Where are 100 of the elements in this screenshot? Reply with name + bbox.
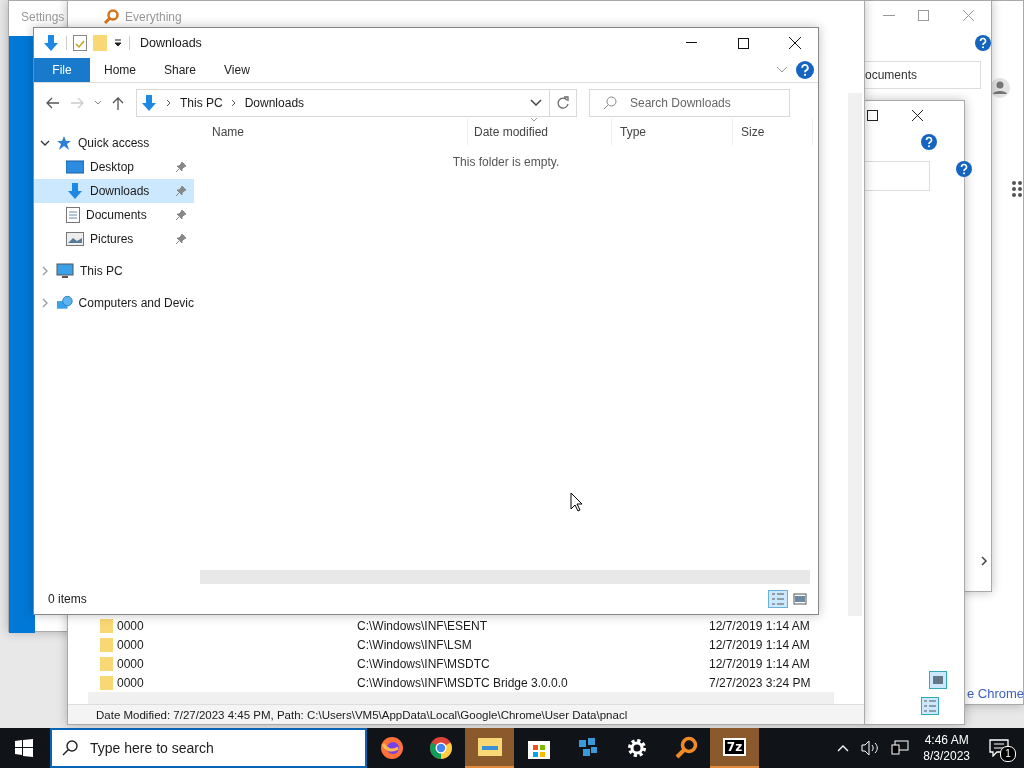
maximize-icon [737,37,749,49]
empty-message: This folder is empty. [451,155,561,169]
folder-icon [100,618,113,633]
nav-item[interactable]: This PC [80,264,123,278]
file-name[interactable]: 0000 [117,637,357,652]
download-arrow-icon [66,182,84,200]
expand-ribbon-icon[interactable] [776,66,788,74]
horizontal-scrollbar[interactable] [88,692,834,704]
windows-logo-icon [15,739,33,757]
search-icon [62,740,78,756]
folder-icon [100,675,113,690]
breadcrumb-item[interactable]: This PC [180,96,223,110]
address-bar[interactable]: This PC Downloads [136,89,551,117]
star-icon [56,135,72,151]
nav-item[interactable]: Documents [34,203,194,227]
column-header[interactable]: Size [733,119,813,145]
pin-icon[interactable] [176,186,186,196]
scroll-right-icon[interactable] [980,556,988,566]
monitor-icon [56,263,74,279]
search-field[interactable]: Type here to search [50,728,367,768]
clock[interactable]: 4:46 AM 8/3/2023 [923,732,970,764]
network-icon [55,295,73,311]
window-title: Settings [21,10,65,24]
pin-icon[interactable] [176,210,186,220]
help-icon[interactable] [796,61,814,79]
back-icon[interactable] [46,97,60,109]
up-icon[interactable] [112,96,124,110]
speaker-icon[interactable] [861,740,880,756]
minimize-icon[interactable] [883,15,895,17]
large-icons-view-icon[interactable] [790,590,810,608]
nav-item[interactable]: Computers and Devic [78,296,194,310]
file-name[interactable]: 0000 [117,618,357,633]
column-header[interactable]: Type [612,119,733,145]
window-title: Downloads [140,36,202,50]
document-icon [66,207,80,223]
status-bar: Date Modified: 7/27/2023 4:45 PM, Path: C:\Users\VM5\AppData\Local\Google\Chrome\User Data\pnacl [68,704,864,724]
file-date[interactable]: 12/7/2019 1:14 AM [709,656,810,671]
desktop-icon [66,159,84,175]
download-arrow-icon [140,94,158,112]
large-icons-view-icon[interactable] [929,671,947,689]
properties-icon[interactable] [73,35,87,51]
file-date[interactable]: 12/7/2019 1:14 AM [709,618,810,633]
nav-item[interactable]: Downloads [34,179,194,203]
file-date[interactable]: 12/7/2019 1:14 AM [709,637,810,652]
breadcrumb-item[interactable]: Downloads [244,96,305,110]
help-icon[interactable] [956,161,972,177]
file-path[interactable]: C:\Windows\INF\MSDTC Bridge 3.0.0.0 [357,675,709,690]
network-icon[interactable] [891,740,910,756]
file-path[interactable]: C:\Windows\INF\MSDTC [357,656,709,671]
nav-item[interactable]: Desktop [34,155,194,179]
file-date[interactable]: 7/27/2023 3:24 PM [709,675,811,690]
fox-icon [379,736,404,760]
maximize-icon[interactable] [867,110,878,121]
folder-icon [100,656,113,671]
item-count: 0 items [48,592,87,606]
column-header[interactable]: Date modified [468,119,612,145]
help-icon[interactable] [975,35,991,51]
taskbar-app[interactable]: 7z [710,728,759,768]
ribbon-tab[interactable]: Share [150,58,211,82]
nav-item[interactable]: Pictures [34,227,194,251]
details-view-icon[interactable] [921,697,939,715]
dropdown-icon[interactable] [113,39,123,47]
apps-icon[interactable] [1012,181,1024,197]
ribbon-tab[interactable]: Home [90,58,150,82]
chevron-icon [230,99,237,107]
settings-icon [625,737,648,759]
column-header[interactable]: Name [196,119,468,145]
clock-date: 8/3/2023 [923,748,970,764]
notifications-button[interactable]: 1 [984,728,1014,768]
minimize-icon [685,42,697,44]
pictures-icon [66,232,84,246]
dropdown-icon[interactable] [530,99,542,107]
pin-icon[interactable] [176,234,186,244]
window-title: Everything [125,10,182,24]
file-path[interactable]: C:\Windows\INF\ESENT [357,618,709,633]
close-icon[interactable] [912,110,923,121]
download-arrow-icon[interactable] [42,34,60,52]
help-icon[interactable] [921,134,937,150]
show-hidden-icons-icon[interactable] [837,744,850,752]
file-path[interactable]: C:\Windows\INF\LSM [357,637,709,652]
nav-item[interactable]: Quick access [78,136,150,150]
close-icon [789,37,801,49]
pin-icon[interactable] [176,162,186,172]
search-icon [603,96,617,110]
file-name[interactable]: 0000 [117,675,357,690]
link-text[interactable]: e Chrome [967,686,1024,701]
refresh-button[interactable] [549,89,577,117]
notification-count: 1 [1000,746,1016,762]
refresh-icon [556,96,570,110]
expander-icon[interactable] [40,138,50,148]
clock-time: 4:46 AM [924,732,969,748]
chrome-icon [428,736,453,760]
recent-locations-icon[interactable] [94,100,102,106]
magnifier-icon [673,736,698,760]
folder-icon [100,637,113,652]
notifications-icon [989,739,1009,757]
file-name[interactable]: 0000 [117,656,357,671]
chevron-icon [166,99,172,107]
ribbon-tab[interactable]: View [210,58,264,82]
magnifier-icon [103,9,119,25]
